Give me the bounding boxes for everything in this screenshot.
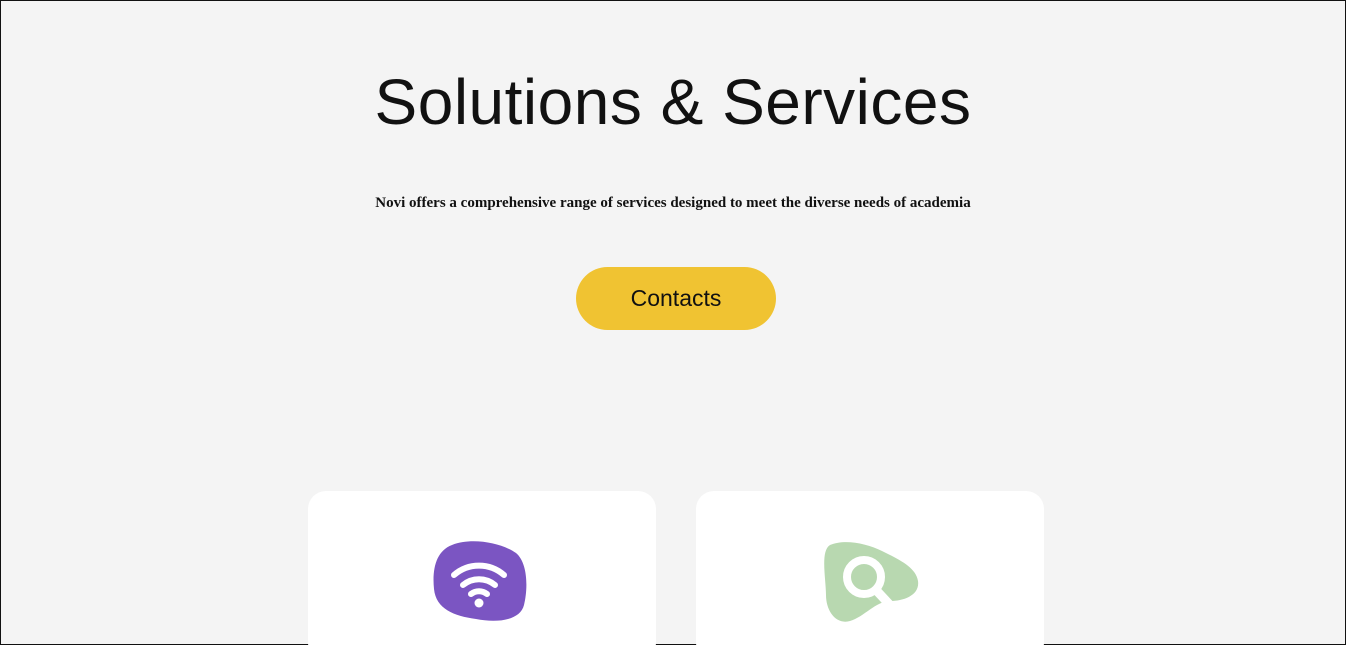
service-card-wifi[interactable] xyxy=(308,491,656,645)
page-subtitle: Novi offers a comprehensive range of ser… xyxy=(375,195,971,211)
page-title: Solutions & Services xyxy=(374,66,972,138)
service-card-search[interactable] xyxy=(696,491,1044,645)
contacts-button[interactable]: Contacts xyxy=(576,267,776,330)
wifi-icon xyxy=(433,541,527,621)
search-icon xyxy=(824,542,919,622)
